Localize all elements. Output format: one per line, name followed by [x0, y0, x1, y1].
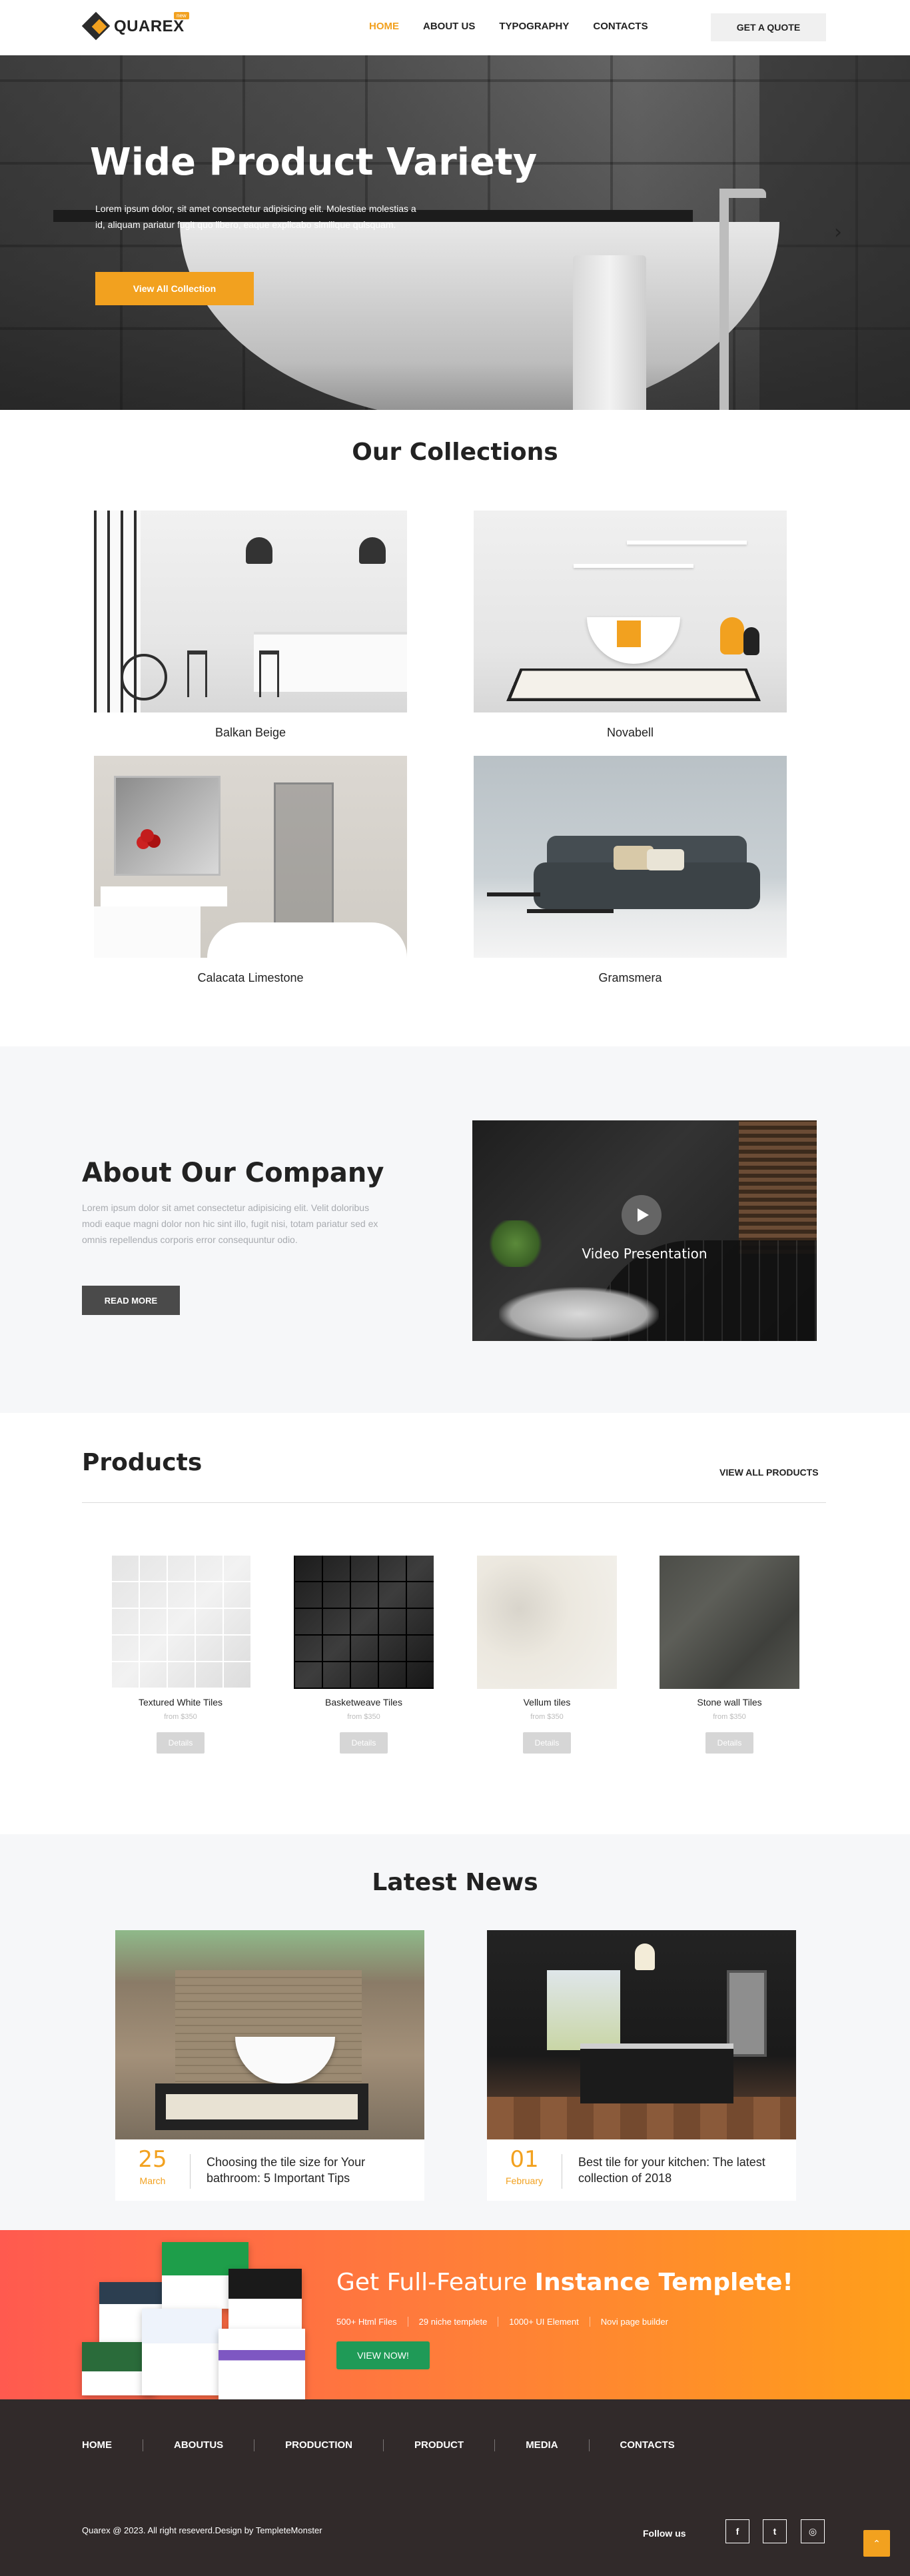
promo-feature: Novi page builder [589, 2317, 679, 2327]
hero-text: Lorem ipsum dolor, sit amet consectetur … [95, 203, 416, 230]
details-button[interactable]: Details [340, 1732, 388, 1754]
video-presentation[interactable]: Video Presentation [472, 1120, 817, 1341]
template-screenshots [82, 2242, 322, 2399]
collection-card[interactable]: Calacata Limestone [94, 756, 407, 985]
logo-text: QUAREX [114, 17, 185, 35]
footer-nav-home[interactable]: HOME [82, 2439, 112, 2451]
view-now-button[interactable]: VIEW NOW! [336, 2341, 430, 2369]
footer-nav-production[interactable]: PRODUCTION [285, 2439, 352, 2451]
collection-card[interactable]: Gramsmera [474, 756, 787, 985]
collections-title: Our Collections [352, 439, 558, 466]
divider [82, 1502, 826, 1503]
news-month: March [139, 2175, 166, 2186]
collection-name[interactable]: Balkan Beige [94, 726, 407, 740]
promo-banner: Get Full-Feature Instance Templete! 500+… [0, 2230, 910, 2399]
main-nav: HOME ABOUT US TYPOGRAPHY CONTACTS [369, 21, 672, 32]
details-button[interactable]: Details [523, 1732, 571, 1754]
news-card[interactable]: 01 February Best tile for your kitchen: … [487, 1930, 796, 2201]
details-button[interactable]: Details [705, 1732, 753, 1754]
news-image[interactable] [115, 1930, 424, 2139]
footer-nav: HOME ABOUTUS PRODUCTION PRODUCT MEDIA CO… [82, 2439, 675, 2451]
collection-name[interactable]: Novabell [474, 726, 787, 740]
product-card: Basketweave Tiles from $350 Details [294, 1556, 434, 1754]
slider-next-arrow-icon[interactable]: › [834, 221, 842, 244]
promo-title: Get Full-Feature Instance Templete! [336, 2269, 793, 2296]
news-month: February [505, 2175, 544, 2186]
about-title: About Our Company [82, 1158, 384, 1188]
product-image[interactable] [111, 1556, 250, 1689]
news-day: 01 [510, 2146, 539, 2173]
footer-nav-aboutus[interactable]: ABOUTUS [174, 2439, 223, 2451]
products-title: Products [82, 1449, 203, 1476]
collection-image-bathroom[interactable] [474, 511, 787, 712]
product-price: from $350 [164, 1713, 197, 1721]
footer-nav-contacts[interactable]: CONTACTS [620, 2439, 675, 2451]
product-image[interactable] [660, 1556, 799, 1689]
product-image[interactable] [294, 1556, 434, 1689]
logo[interactable]: QUAREX new [81, 11, 189, 41]
hero-bathtub-image [180, 222, 779, 410]
video-label: Video Presentation [582, 1246, 707, 1262]
product-price: from $350 [347, 1713, 380, 1721]
instagram-icon[interactable]: ◎ [801, 2519, 825, 2543]
product-price: from $350 [713, 1713, 746, 1721]
copyright: Quarex @ 2023. All right reseverd.Design… [82, 2525, 322, 2535]
promo-features: 500+ Html Files 29 niche templete 1000+ … [336, 2317, 679, 2327]
footer-nav-product[interactable]: PRODUCT [414, 2439, 464, 2451]
product-name[interactable]: Stone wall Tiles [660, 1697, 799, 1708]
news-image[interactable] [487, 1930, 796, 2139]
news-day: 25 [138, 2146, 167, 2173]
footer-nav-media[interactable]: MEDIA [526, 2439, 558, 2451]
collection-image-living-room[interactable] [474, 756, 787, 958]
promo-feature: 29 niche templete [407, 2317, 498, 2327]
product-name[interactable]: Vellum tiles [477, 1697, 617, 1708]
twitter-icon[interactable]: t [763, 2519, 787, 2543]
product-price: from $350 [530, 1713, 564, 1721]
product-card: Stone wall Tiles from $350 Details [660, 1556, 799, 1754]
site-footer: HOME ABOUTUS PRODUCTION PRODUCT MEDIA CO… [0, 2399, 910, 2576]
details-button[interactable]: Details [157, 1732, 205, 1754]
get-a-quote-button[interactable]: GET A QUOTE [711, 13, 826, 41]
view-all-products-link[interactable]: VIEW ALL PRODUCTS [719, 1467, 819, 1478]
collection-name[interactable]: Gramsmera [474, 971, 787, 985]
product-card: Vellum tiles from $350 Details [477, 1556, 617, 1754]
site-header: QUAREX new HOME ABOUT US TYPOGRAPHY CONT… [0, 0, 910, 55]
logo-diamond-icon [81, 11, 111, 41]
logo-badge: new [174, 12, 189, 19]
nav-contacts[interactable]: CONTACTS [593, 21, 648, 32]
product-name[interactable]: Textured White Tiles [111, 1697, 250, 1708]
collection-image-kitchen[interactable] [94, 511, 407, 712]
hero-slider: Wide Product Variety Lorem ipsum dolor, … [0, 55, 910, 410]
hero-title: Wide Product Variety [90, 141, 538, 184]
news-date: 01 February [487, 2139, 562, 2201]
news-headline[interactable]: Choosing the tile size for Your bathroom… [207, 2154, 413, 2186]
scroll-to-top-icon[interactable]: ⌃ [863, 2530, 890, 2557]
view-all-collection-button[interactable]: View All Collection [95, 272, 254, 305]
product-name[interactable]: Basketweave Tiles [294, 1697, 434, 1708]
collection-card[interactable]: Novabell [474, 511, 787, 740]
collection-card[interactable]: Balkan Beige [94, 511, 407, 740]
product-image[interactable] [477, 1556, 617, 1689]
news-date: 25 March [115, 2139, 190, 2201]
about-text: Lorem ipsum dolor sit amet consectetur a… [82, 1202, 378, 1245]
facebook-icon[interactable]: f [725, 2519, 749, 2543]
promo-feature: 500+ Html Files [336, 2317, 397, 2327]
news-title: Latest News [372, 1869, 538, 1896]
promo-feature: 1000+ UI Element [498, 2317, 589, 2327]
collection-image-shower[interactable] [94, 756, 407, 958]
news-headline[interactable]: Best tile for your kitchen: The latest c… [578, 2154, 785, 2186]
nav-typography[interactable]: TYPOGRAPHY [499, 21, 569, 32]
follow-us-label: Follow us [643, 2528, 686, 2539]
nav-about-us[interactable]: ABOUT US [423, 21, 475, 32]
product-card: Textured White Tiles from $350 Details [111, 1556, 250, 1754]
nav-home[interactable]: HOME [369, 21, 399, 32]
play-icon[interactable] [622, 1195, 662, 1235]
collection-name[interactable]: Calacata Limestone [94, 971, 407, 985]
read-more-button[interactable]: READ MORE [82, 1286, 180, 1315]
news-card[interactable]: 25 March Choosing the tile size for Your… [115, 1930, 424, 2201]
